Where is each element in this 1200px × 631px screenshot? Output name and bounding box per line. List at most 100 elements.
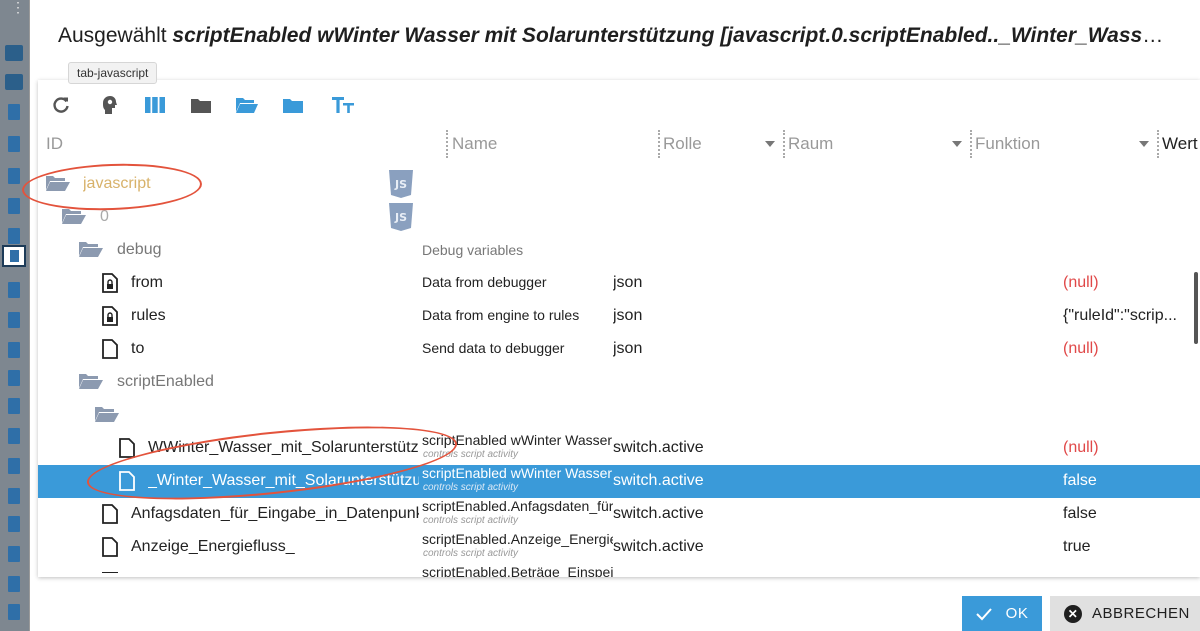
svg-text:JS: JS — [394, 211, 407, 224]
object-name: scriptEnabled wWinter Wasser mit Solarun… — [422, 432, 613, 448]
object-name: scriptEnabled.Anzeige_Energiefluss — [422, 531, 613, 547]
ok-button[interactable]: OK — [962, 596, 1042, 631]
column-function-header[interactable]: Funktion — [975, 134, 1040, 154]
sidebar-object-icon[interactable] — [8, 198, 20, 214]
object-value: (null) — [1063, 340, 1099, 357]
column-room-header[interactable]: Raum — [788, 134, 833, 154]
object-role: switch.active — [613, 439, 704, 456]
tree-row[interactable]: to Send data to debugger json (null) — [38, 333, 1200, 366]
tree-row[interactable]: Anzeige_Energiefluss_ scriptEnabled.Anze… — [38, 531, 1200, 564]
folder-open-icon — [46, 175, 70, 196]
tree-row[interactable] — [38, 399, 1200, 432]
object-role: switch.active — [613, 505, 704, 522]
column-resize-handle[interactable] — [658, 130, 660, 158]
tree-row[interactable]: javascript JS — [38, 168, 1200, 201]
sidebar-object-icon[interactable] — [8, 136, 20, 152]
sidebar-folder-icon[interactable] — [5, 45, 23, 61]
tree-label: to — [131, 340, 145, 357]
sidebar-object-icon[interactable] — [8, 516, 20, 532]
folder-solid-icon[interactable] — [282, 94, 304, 116]
app-sidebar-strip: ⋮ — [0, 0, 29, 631]
folder-open-icon[interactable] — [236, 94, 258, 116]
tree-row[interactable]: from Data from debugger json (null) — [38, 267, 1200, 300]
close-circle-icon: ✕ — [1064, 604, 1082, 623]
column-resize-handle[interactable] — [446, 130, 448, 158]
sidebar-selected-item[interactable] — [2, 245, 26, 267]
sidebar-object-icon[interactable] — [8, 104, 20, 120]
object-value: (null) — [1063, 439, 1099, 456]
tree-label: Anzeige_Energiefluss_ — [131, 538, 295, 555]
tree-row[interactable]: rules Data from engine to rules json {"r… — [38, 300, 1200, 333]
folder-open-icon — [62, 208, 86, 229]
columns-icon[interactable] — [144, 94, 166, 116]
object-name: Data from debugger — [422, 274, 547, 290]
text-size-icon[interactable] — [332, 94, 354, 116]
tree-row[interactable]: scriptEnabled.Beträge_Einspeisung — [38, 564, 1200, 577]
tree-row[interactable]: Anfagsdaten_für_Eingabe_in_Datenpunkte s… — [38, 498, 1200, 531]
tree-label: _Winter_Wasser_mit_Solarunterstützung — [148, 472, 419, 489]
tree-label: javascript — [83, 175, 151, 192]
object-name: scriptEnabled.Beträge_Einspeisung — [422, 564, 613, 577]
sidebar-object-icon[interactable] — [8, 228, 20, 244]
object-name: Send data to debugger — [422, 340, 565, 356]
object-name: Data from engine to rules — [422, 307, 580, 323]
column-id-header[interactable]: ID — [46, 134, 63, 154]
tree-row[interactable]: WWinter_Wasser_mit_Solarunterstützung sc… — [38, 432, 1200, 465]
cancel-button[interactable]: ✕ ABBRECHEN — [1050, 596, 1200, 631]
object-value: (null) — [1063, 274, 1099, 291]
sidebar-object-icon[interactable] — [8, 370, 20, 386]
object-browser-panel: ID Name Rolle Raum Funktion Wert javascr… — [38, 80, 1200, 577]
js-adapter-icon: JS — [388, 170, 414, 203]
folder-open-icon — [79, 373, 103, 394]
column-resize-handle[interactable] — [783, 130, 785, 158]
file-icon — [102, 572, 118, 577]
object-name: Debug variables — [422, 242, 524, 258]
column-name-header[interactable]: Name — [452, 134, 497, 154]
locked-file-icon — [102, 273, 118, 298]
sidebar-object-icon[interactable] — [8, 168, 20, 184]
file-icon — [102, 537, 118, 562]
object-value: true — [1063, 538, 1091, 555]
sidebar-object-icon[interactable] — [8, 342, 20, 358]
sidebar-object-icon[interactable] — [8, 282, 20, 298]
folder-icon[interactable] — [190, 94, 212, 116]
object-name-subtitle: controls script activity — [423, 548, 519, 559]
object-value: false — [1063, 505, 1097, 522]
tree-row[interactable]: debug Debug variables — [38, 234, 1200, 267]
sidebar-object-icon[interactable] — [8, 398, 20, 414]
sidebar-object-icon[interactable] — [8, 546, 20, 562]
folder-open-icon — [95, 406, 119, 427]
sidebar-folder-icon[interactable] — [5, 74, 23, 90]
file-icon — [102, 339, 118, 364]
vertical-scrollbar-thumb[interactable] — [1194, 272, 1198, 344]
tree-label: Anfagsdaten_für_Eingabe_in_Datenpunkte — [131, 505, 419, 522]
refresh-icon[interactable] — [50, 94, 72, 116]
select-id-dialog: Ausgewählt scriptEnabled wWinter Wasser … — [21, 0, 1200, 631]
function-filter-dropdown-icon[interactable] — [1139, 141, 1149, 147]
object-role: switch.active — [613, 538, 704, 555]
tree-label: rules — [131, 307, 166, 324]
more-vertical-icon[interactable]: ⋮ — [11, 0, 25, 14]
object-role: json — [613, 307, 643, 324]
tree-row[interactable]: scriptEnabled — [38, 366, 1200, 399]
file-icon — [102, 504, 118, 529]
tree-row[interactable]: 0 JS — [38, 201, 1200, 234]
sidebar-object-icon[interactable] — [8, 312, 20, 328]
column-role-header[interactable]: Rolle — [663, 134, 702, 154]
object-role: json — [613, 340, 643, 357]
expert-mode-icon[interactable] — [98, 94, 120, 116]
column-resize-handle[interactable] — [970, 130, 972, 158]
column-resize-handle[interactable] — [1157, 130, 1159, 158]
room-filter-dropdown-icon[interactable] — [952, 141, 962, 147]
sidebar-object-icon[interactable] — [8, 428, 20, 444]
role-filter-dropdown-icon[interactable] — [765, 141, 775, 147]
sidebar-object-icon[interactable] — [8, 488, 20, 504]
tree-row-selected[interactable]: _Winter_Wasser_mit_Solarunterstützung sc… — [38, 465, 1200, 498]
object-value: {"ruleId":"scrip... — [1063, 307, 1177, 324]
column-value-header[interactable]: Wert — [1162, 134, 1198, 154]
sidebar-object-icon[interactable] — [8, 576, 20, 592]
tooltip: tab-javascript — [68, 62, 158, 84]
object-name-subtitle: controls script activity — [423, 449, 519, 460]
sidebar-object-icon[interactable] — [8, 458, 20, 474]
sidebar-object-icon[interactable] — [8, 604, 20, 620]
